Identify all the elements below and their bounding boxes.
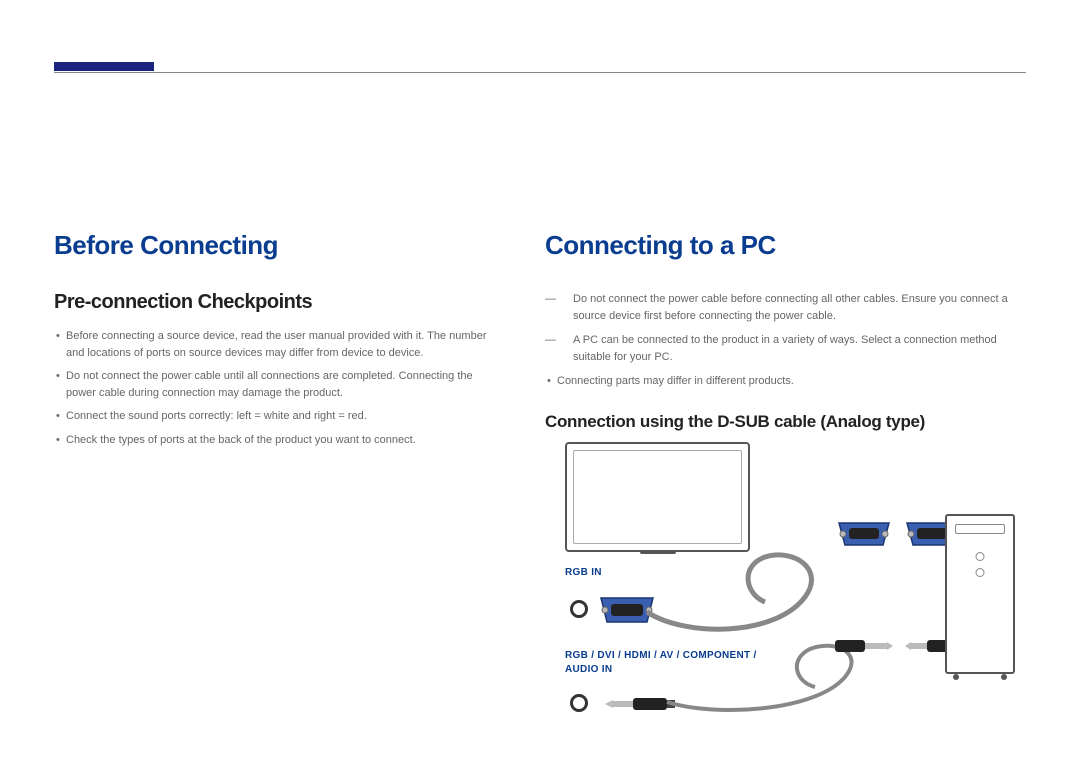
heading-connecting-pc: Connecting to a PC: [545, 230, 1035, 261]
preconnection-list: Before connecting a source device, read …: [54, 328, 504, 448]
port-ring-icon: [570, 600, 588, 618]
pc-button-icon: [976, 568, 985, 577]
note-row: ― Do not connect the power cable before …: [545, 291, 1035, 324]
list-item: Before connecting a source device, read …: [54, 328, 504, 361]
pc-foot-icon: [1001, 674, 1007, 680]
heading-before-connecting: Before Connecting: [54, 230, 504, 261]
subheading-dsub: Connection using the D-SUB cable (Analog…: [545, 412, 1035, 432]
pc-foot-icon: [953, 674, 959, 680]
audio-plug-icon: [835, 637, 900, 655]
subheading-preconnection: Pre-connection Checkpoints: [54, 291, 504, 314]
note-dash-icon: ―: [545, 332, 573, 365]
left-column: Before Connecting Pre-connection Checkpo…: [54, 230, 504, 455]
pc-button-icon: [976, 552, 985, 561]
label-rgb-in: RGB IN: [565, 567, 602, 578]
note-text: Do not connect the power cable before co…: [573, 291, 1035, 324]
monitor-icon: [565, 442, 750, 552]
header-accent-bar: [54, 62, 154, 71]
pc-drive-icon: [955, 524, 1005, 534]
connecting-parts-list: Connecting parts may differ in different…: [545, 373, 1035, 390]
list-item: Check the types of ports at the back of …: [54, 432, 504, 449]
list-item: Connecting parts may differ in different…: [545, 373, 1035, 390]
vga-connector-icon: [835, 517, 893, 551]
note-row: ― A PC can be connected to the product i…: [545, 332, 1035, 365]
connection-diagram: RGB IN RGB / DVI / HDMI / AV / COMPONENT…: [545, 442, 1025, 742]
port-ring-icon: [570, 694, 588, 712]
pc-tower-icon: [945, 514, 1015, 674]
note-dash-icon: ―: [545, 291, 573, 324]
header-rule: [54, 45, 1026, 73]
vga-cable-icon: [645, 542, 885, 642]
list-item: Connect the sound ports correctly: left …: [54, 408, 504, 425]
list-item: Do not connect the power cable until all…: [54, 368, 504, 401]
right-column: Connecting to a PC ― Do not connect the …: [545, 230, 1035, 742]
note-text: A PC can be connected to the product in …: [573, 332, 1035, 365]
